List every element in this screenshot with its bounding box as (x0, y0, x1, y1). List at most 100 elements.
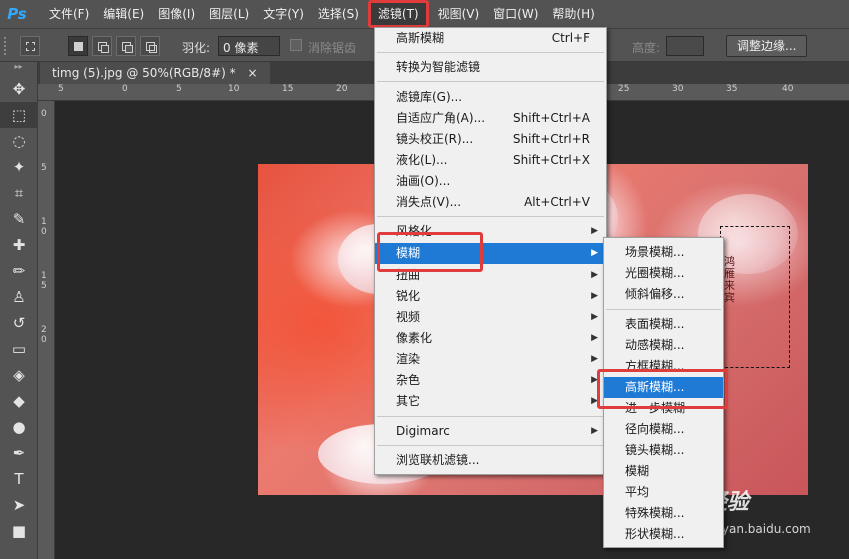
menu-separator (377, 81, 604, 82)
close-icon[interactable]: × (247, 66, 257, 80)
ruler-label: 0 (41, 109, 47, 119)
menu-item-noise[interactable]: 杂色 ▶ (375, 370, 606, 391)
chevron-right-icon: ▶ (591, 312, 598, 322)
menu-edit[interactable]: 编辑(E) (96, 0, 151, 28)
submenu-motion-blur[interactable]: 动感模糊... (604, 335, 723, 356)
menu-item-other[interactable]: 其它 ▶ (375, 391, 606, 412)
menu-separator (377, 52, 604, 53)
stamp-icon[interactable]: ♙ (0, 284, 38, 310)
submenu-field-blur[interactable]: 场景模糊... (604, 242, 723, 263)
menu-type[interactable]: 文字(Y) (256, 0, 311, 28)
menu-item-lens-correction[interactable]: 镜头校正(R)... Shift+Ctrl+R (375, 129, 606, 150)
blur-tool-icon[interactable]: ◆ (0, 388, 38, 414)
menu-item-vanishing-point[interactable]: 消失点(V)... Alt+Ctrl+V (375, 192, 606, 213)
chevron-right-icon: ▶ (591, 248, 598, 258)
menu-item-video[interactable]: 视频 ▶ (375, 307, 606, 328)
refine-edge-button[interactable]: 调整边缘... (726, 35, 808, 57)
pen-icon[interactable]: ✒ (0, 440, 38, 466)
ruler-label: 1 0 (41, 217, 47, 237)
toolbox: ▸▸ ✥ ⬚ ◌ ✦ ⌗ ✎ ✚ ✏ ♙ ↺ ▭ ◈ ◆ ● ✒ T ➤ ■ (0, 62, 38, 559)
ruler-label: 2 0 (41, 325, 47, 345)
type-icon[interactable]: T (0, 466, 38, 492)
menu-item-digimarc[interactable]: Digimarc ▶ (375, 421, 606, 442)
document-tab[interactable]: timg (5).jpg @ 50%(RGB/8#) * × (40, 62, 270, 84)
move-icon[interactable]: ✥ (0, 76, 38, 102)
submenu-average[interactable]: 平均 (604, 482, 723, 503)
submenu-radial-blur[interactable]: 径向模糊... (604, 419, 723, 440)
bucket-icon[interactable]: ◈ (0, 362, 38, 388)
menu-item-last-filter[interactable]: 高斯模糊 Ctrl+F (375, 28, 606, 49)
new-selection-icon[interactable] (68, 36, 88, 56)
ruler-label: 30 (672, 84, 684, 94)
submenu-shape-blur[interactable]: 形状模糊... (604, 524, 723, 545)
menu-item-liquify[interactable]: 液化(L)... Shift+Ctrl+X (375, 150, 606, 171)
marquee-preset-icon[interactable] (20, 36, 40, 56)
submenu-tilt-shift[interactable]: 倾斜偏移... (604, 284, 723, 305)
ruler-label: 20 (336, 84, 348, 94)
lasso-icon[interactable]: ◌ (0, 128, 38, 154)
annotation-highlight-gaussian (597, 369, 728, 409)
menu-item-filter-gallery[interactable]: 滤镜库(G)... (375, 87, 606, 108)
menu-view[interactable]: 视图(V) (431, 0, 487, 28)
crop-icon[interactable]: ⌗ (0, 180, 38, 206)
antialias-checkbox[interactable] (290, 39, 302, 51)
height-label: 高度: (632, 41, 661, 55)
ruler-label: 10 (228, 84, 240, 94)
eyedropper-icon[interactable]: ✎ (0, 206, 38, 232)
marquee-icon[interactable]: ⬚ (0, 102, 38, 128)
rectangle-icon[interactable]: ■ (0, 518, 38, 544)
menu-item-smart-filter[interactable]: 转换为智能滤镜 (375, 57, 606, 78)
menu-separator (606, 309, 721, 310)
submenu-surface-blur[interactable]: 表面模糊... (604, 314, 723, 335)
subtract-selection-icon[interactable] (116, 36, 136, 56)
intersect-selection-icon[interactable] (140, 36, 160, 56)
menu-item-sharpen[interactable]: 锐化 ▶ (375, 286, 606, 307)
submenu-iris-blur[interactable]: 光圈模糊... (604, 263, 723, 284)
submenu-smart-blur[interactable]: 特殊模糊... (604, 503, 723, 524)
feather-input[interactable]: 0 像素 (218, 36, 280, 56)
menu-window[interactable]: 窗口(W) (486, 0, 545, 28)
menu-item-oil-paint[interactable]: 油画(O)... (375, 171, 606, 192)
ruler-label: 35 (726, 84, 738, 94)
chevron-right-icon: ▶ (591, 270, 598, 280)
ruler-label: 15 (282, 84, 294, 94)
feather-label: 羽化: (182, 41, 211, 55)
submenu-lens-blur[interactable]: 镜头模糊... (604, 440, 723, 461)
menu-layer[interactable]: 图层(L) (202, 0, 256, 28)
menu-item-render[interactable]: 渲染 ▶ (375, 349, 606, 370)
menu-file[interactable]: 文件(F) (42, 0, 96, 28)
chevron-right-icon: ▶ (591, 291, 598, 301)
ruler-label: 5 (176, 84, 182, 94)
options-grip[interactable] (4, 37, 10, 55)
path-select-icon[interactable]: ➤ (0, 492, 38, 518)
ruler-label: 0 (122, 84, 128, 94)
magic-wand-icon[interactable]: ✦ (0, 154, 38, 180)
document-tab-title: timg (5).jpg @ 50%(RGB/8#) * (52, 66, 236, 80)
dodge-icon[interactable]: ● (0, 414, 38, 440)
chevron-right-icon: ▶ (591, 226, 598, 236)
toolbox-collapse-icon[interactable]: ▸▸ (0, 62, 37, 76)
healing-icon[interactable]: ✚ (0, 232, 38, 258)
menu-item-browse-filters[interactable]: 浏览联机滤镜... (375, 450, 606, 471)
menu-item-pixelate[interactable]: 像素化 ▶ (375, 328, 606, 349)
photoshop-logo: Ps (7, 5, 27, 23)
brush-icon[interactable]: ✏ (0, 258, 38, 284)
add-selection-icon[interactable] (92, 36, 112, 56)
menu-item-adaptive-wide-angle[interactable]: 自适应广角(A)... Shift+Ctrl+A (375, 108, 606, 129)
history-brush-icon[interactable]: ↺ (0, 310, 38, 336)
menu-filter[interactable]: 滤镜(T) (367, 0, 429, 28)
menu-image[interactable]: 图像(I) (151, 0, 202, 28)
menu-separator (377, 216, 604, 217)
height-input[interactable] (666, 36, 704, 56)
eraser-icon[interactable]: ▭ (0, 336, 38, 362)
menu-separator (377, 445, 604, 446)
menu-select[interactable]: 选择(S) (311, 0, 366, 28)
submenu-blur[interactable]: 模糊 (604, 461, 723, 482)
antialias-label: 消除锯齿 (308, 41, 357, 55)
menu-help[interactable]: 帮助(H) (545, 0, 601, 28)
ruler-label: 5 (58, 84, 64, 94)
selection-text: 鸿雁来宾 (724, 255, 735, 304)
ruler-label: 40 (782, 84, 794, 94)
chevron-right-icon: ▶ (591, 354, 598, 364)
ruler-label: 25 (618, 84, 630, 94)
